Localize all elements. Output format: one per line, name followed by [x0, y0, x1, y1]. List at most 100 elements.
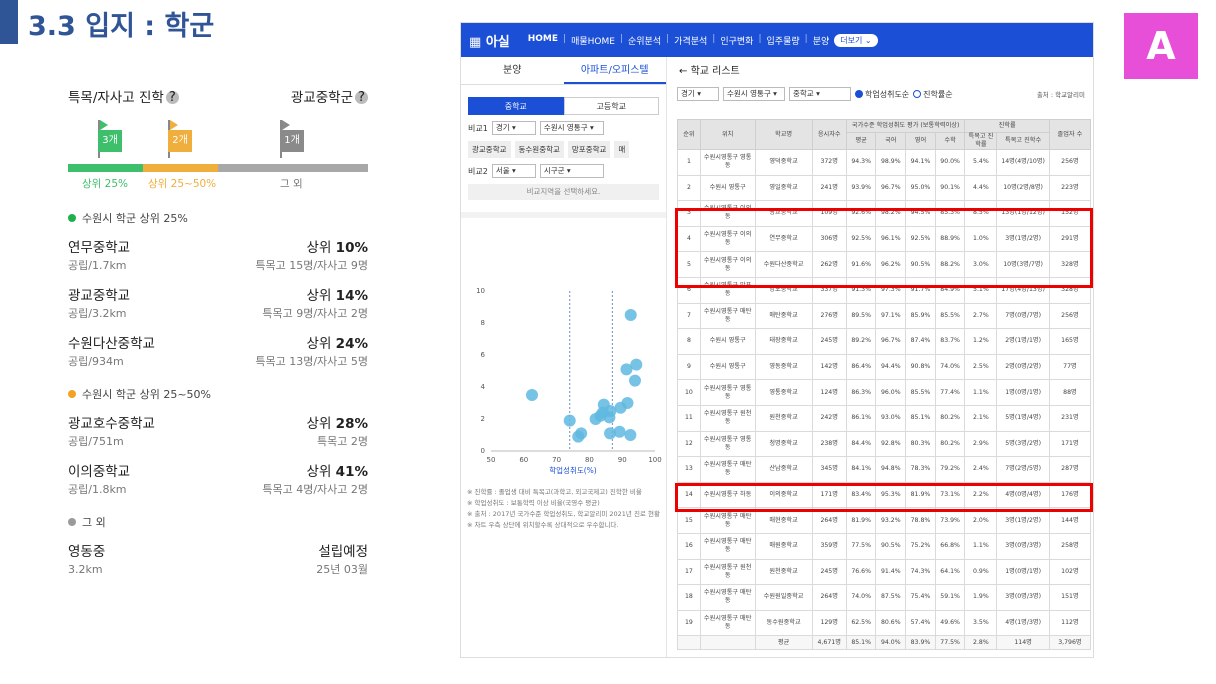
list-level-select[interactable]: 중학교 ▾ — [789, 87, 851, 101]
scatter-point[interactable] — [628, 374, 641, 387]
title-accent-bar — [0, 0, 18, 44]
table-cell: 15 — [677, 507, 701, 534]
table-cell: 345명 — [811, 456, 847, 483]
compare2-province-select[interactable]: 서울 ▾ — [491, 164, 536, 178]
school-chip[interactable]: 동수원중학교 — [514, 141, 564, 158]
table-cell: 90.0% — [934, 149, 966, 176]
compare1-city-select[interactable]: 수원시 영통구 ▾ — [539, 121, 604, 135]
panel-divider — [461, 212, 666, 218]
school-rank-prefix: 상위 — [306, 416, 336, 432]
table-row[interactable]: 9 수원시 영통구 영동중학교 142명 86.4% 94.4% 90.8% 74.0% 2.5… — [677, 353, 1092, 381]
sort-achievement-radio[interactable]: 학업성취도순 — [855, 89, 909, 100]
scatter-point[interactable] — [572, 430, 585, 443]
table-row[interactable]: 7 수원시영통구 매탄동 매탄중학교 276명 89.5% 97.1% 85.9% 85.5%… — [677, 302, 1092, 330]
table-cell: 4명(1명/3명) — [996, 609, 1050, 637]
table-row[interactable]: 19 수원시영통구 매탄동 동수원중학교 129명 62.5% 80.6% 57.4% 49.… — [677, 609, 1092, 637]
tab-presale[interactable]: 분양 — [461, 57, 564, 84]
nav-item[interactable]: 입주물량 — [767, 34, 800, 47]
compare2-city-select[interactable]: 시구군 ▾ — [539, 164, 604, 178]
nav-item[interactable]: 분양 — [813, 34, 830, 47]
scatter-point[interactable] — [620, 363, 633, 376]
nav-item[interactable]: 가격분석 — [674, 34, 707, 47]
compare-panel: 분양 아파트/오피스텔 중학교 고등학교 비교1 경기 ▾ 수원시 영통구 ▾ … — [461, 57, 667, 657]
table-cell: 92.6% — [845, 200, 877, 227]
table-row[interactable]: 15 수원시영통구 매탄동 매현중학교 264명 81.9% 93.2% 78.8% 73.9… — [677, 507, 1092, 534]
tab-apartment[interactable]: 아파트/오피스텔 — [563, 57, 666, 84]
table-row[interactable]: 18 수원시영통구 매탄동 수원원일중학교 264명 74.0% 87.5% 75.4% 59… — [677, 584, 1092, 611]
table-row[interactable]: 16 수원시영통구 매탄동 매원중학교 359명 77.5% 90.5% 75.2% 66.8… — [677, 532, 1092, 560]
table-cell: 94.5% — [905, 200, 936, 227]
table-cell: 114명 — [996, 635, 1050, 651]
x-axis-label: 학업성취도(%) — [549, 465, 597, 475]
table-cell: 94.4% — [875, 353, 907, 381]
summary-header: 특목/자사고 진학? 광교중학군? — [68, 84, 368, 108]
table-row[interactable]: 3 수원시영통구 이의동 광교중학교 109명 92.6% 98.2% 94.5% 85.3%… — [677, 200, 1092, 227]
school-admission-detail: 특목고 4명/자사고 2명 — [262, 483, 368, 496]
nav-item[interactable]: HOME — [528, 34, 558, 47]
scatter-point[interactable] — [563, 414, 576, 427]
column-header: 국어 — [875, 132, 907, 150]
help-icon[interactable]: ? — [165, 90, 179, 104]
table-average-row: 평균 4,671명 85.1% 94.0% 83.9% 77.5% 2.8% 114명 3,79… — [677, 635, 1092, 651]
nav-item[interactable]: 매물HOME — [571, 34, 615, 47]
table-cell: 수원시 영통구 — [699, 328, 756, 355]
nav-item[interactable]: 인구변화 — [720, 34, 753, 47]
nav-separator: | — [563, 33, 567, 44]
list-city-select[interactable]: 수원시 영통구 ▾ — [723, 87, 785, 101]
table-cell: 91.4% — [875, 558, 907, 586]
back-arrow-icon[interactable]: ← — [679, 66, 687, 77]
list-province-select[interactable]: 경기 ▾ — [677, 87, 719, 101]
table-cell: 77.5% — [845, 532, 877, 560]
table-cell: 256명 — [1048, 149, 1092, 176]
table-cell: 1.9% — [964, 584, 998, 611]
table-cell: 0.9% — [964, 558, 998, 586]
compare1-province-select[interactable]: 경기 ▾ — [491, 121, 536, 135]
table-cell: 수원시영통구 매탄동 — [699, 507, 756, 534]
school-admission-detail: 25년 03월 — [316, 563, 368, 576]
school-admission-detail: 특목고 2명 — [317, 435, 368, 448]
x-tick-label: 60 — [519, 456, 528, 464]
scatter-point[interactable] — [589, 413, 602, 425]
table-cell: 4.4% — [964, 174, 998, 202]
table-row[interactable]: 10 수원시영통구 영통동 영통중학교 124명 86.3% 96.0% 85.5% 77.4… — [677, 379, 1092, 406]
table-row[interactable]: 2 수원시 영통구 영일중학교 241명 93.9% 96.7% 95.0% 90.1% 4.4… — [677, 174, 1092, 202]
school-sections: 수원시 학군 상위 25% 연무중학교 상위 10% 공립/1.7km 특목고 15명/… — [68, 210, 368, 578]
summary-header-left: 특목/자사고 진학? — [68, 86, 179, 106]
nav-item[interactable]: 순위분석 — [628, 34, 661, 47]
scatter-point[interactable] — [526, 389, 538, 401]
middle-school-button[interactable]: 중학교 — [468, 97, 564, 115]
more-button[interactable]: 더보기 ⌄ — [834, 33, 878, 47]
table-row[interactable]: 12 수원시영통구 영통동 청명중학교 238명 84.4% 92.8% 80.3% 80.2… — [677, 430, 1092, 458]
table-row[interactable]: 14 수원시영통구 하동 이의중학교 171명 83.4% 95.3% 81.9% 73.1%… — [677, 481, 1092, 509]
table-cell: 9 — [677, 353, 701, 381]
scatter-point[interactable] — [614, 401, 627, 414]
scatter-point[interactable] — [604, 427, 617, 440]
school-chip[interactable]: 망포중학교 — [567, 141, 611, 158]
school-chip[interactable]: 매 — [614, 141, 630, 158]
help-icon[interactable]: ? — [355, 90, 368, 104]
app-logo[interactable]: ▦ 아실 — [469, 31, 510, 50]
table-row[interactable]: 17 수원시영통구 원천동 원천중학교 245명 76.6% 91.4% 74.3% 64.1… — [677, 558, 1092, 586]
table-cell: 산남중학교 — [754, 456, 813, 483]
school-chip[interactable]: 광교중학교 — [468, 141, 511, 158]
more-label: 더보기 — [840, 35, 863, 45]
scatter-point[interactable] — [624, 309, 637, 321]
school-item-main: 수원다산중학교 상위 24% — [68, 332, 368, 352]
table-row[interactable]: 5 수원시영통구 이의동 수원다산중학교 262명 91.6% 96.2% 90.5% 88.… — [677, 251, 1092, 278]
table-cell: 84.1% — [845, 456, 877, 483]
table-cell: 4,671명 — [811, 635, 847, 651]
table-row[interactable]: 1 수원시영통구 영통동 영덕중학교 372명 94.3% 98.9% 94.1% 90.0%… — [677, 149, 1092, 176]
table-cell: 81.9% — [905, 481, 936, 509]
school-rank: 상위 24% — [307, 332, 368, 352]
table-row[interactable]: 11 수원시영통구 원천동 원천중학교 242명 86.1% 93.0% 85.1% 80.2… — [677, 404, 1092, 432]
table-row[interactable]: 8 수원시 영통구 태장중학교 245명 89.2% 96.7% 87.4% 83.7% 1.2… — [677, 328, 1092, 355]
table-cell: 171명 — [811, 481, 847, 509]
table-row[interactable]: 6 수원시영통구 망포동 망포중학교 337명 91.3% 97.3% 91.7% 84.9%… — [677, 276, 1092, 304]
sort-admission-radio[interactable]: 진학률순 — [913, 89, 953, 100]
compare2-label: 비교2 — [468, 166, 488, 176]
scatter-point[interactable] — [624, 429, 637, 441]
table-cell: 7명(2명/5명) — [996, 456, 1050, 483]
table-row[interactable]: 13 수원시영통구 매탄동 산남중학교 345명 84.1% 94.8% 78.3% 79.2… — [677, 456, 1092, 483]
high-school-button[interactable]: 고등학교 — [563, 97, 659, 115]
table-row[interactable]: 4 수원시영통구 이의동 연무중학교 306명 92.5% 96.1% 92.5% 88.9%… — [677, 225, 1092, 253]
